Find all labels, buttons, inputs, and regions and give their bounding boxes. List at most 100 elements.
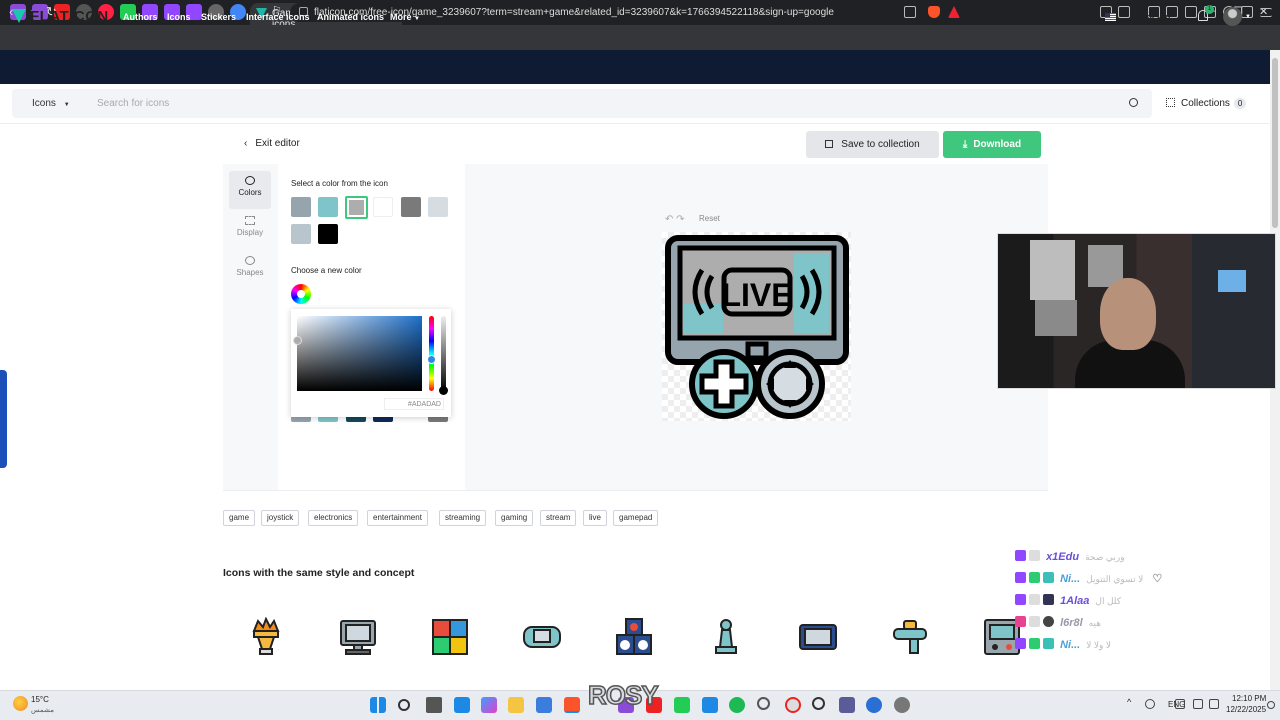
brave-icon[interactable] xyxy=(564,697,580,713)
saturation-value-area[interactable] xyxy=(297,316,422,391)
avatar[interactable] xyxy=(1223,7,1242,26)
tag[interactable]: gamepad xyxy=(613,510,659,526)
app-icon[interactable] xyxy=(812,697,825,710)
arcade-screen-icon[interactable] xyxy=(338,617,378,657)
share-icon[interactable] xyxy=(904,6,916,18)
tag[interactable]: live xyxy=(583,510,608,526)
copilot-icon[interactable] xyxy=(481,697,497,713)
volume-icon[interactable] xyxy=(1209,699,1219,709)
redo-icon[interactable]: ↷ xyxy=(676,214,684,225)
search-icon[interactable] xyxy=(1129,98,1138,107)
undo-icon[interactable]: ↶ xyxy=(665,214,673,225)
color-swatch[interactable] xyxy=(401,197,421,217)
tag[interactable]: gaming xyxy=(495,510,534,526)
tag[interactable]: stream xyxy=(540,510,577,526)
color-swatch[interactable] xyxy=(346,417,366,422)
side-panel-handle[interactable] xyxy=(0,370,7,468)
brave-shield-icon[interactable] xyxy=(928,6,940,18)
account-chevron-icon[interactable]: ▼ xyxy=(1245,14,1251,20)
display-icon[interactable] xyxy=(1175,699,1185,709)
weather-sun-icon[interactable] xyxy=(13,696,28,711)
color-swatch[interactable] xyxy=(428,197,448,217)
spotify-icon[interactable] xyxy=(729,697,745,713)
store-icon[interactable] xyxy=(536,697,552,713)
tag[interactable]: game xyxy=(223,510,256,526)
saturation-knob[interactable] xyxy=(293,336,302,345)
color-swatch[interactable] xyxy=(428,417,448,422)
collection-icon xyxy=(825,140,834,148)
menu-icon[interactable] xyxy=(1260,8,1272,17)
alpha-knob[interactable] xyxy=(439,386,448,395)
tag[interactable]: electronics xyxy=(308,510,359,526)
search-category-select[interactable]: Icons ▼ xyxy=(32,98,70,109)
color-swatch[interactable] xyxy=(318,197,338,217)
us-flag-icon[interactable] xyxy=(1105,13,1116,21)
color-swatch[interactable] xyxy=(291,197,311,217)
color-swatch[interactable] xyxy=(291,224,311,244)
download-button[interactable]: ⤓ Download xyxy=(943,131,1041,158)
file-explorer-icon[interactable] xyxy=(508,697,524,713)
hue-knob[interactable] xyxy=(427,355,436,364)
reader-icon[interactable] xyxy=(1118,6,1130,18)
color-swatch[interactable] xyxy=(291,417,311,422)
tool-colors[interactable]: Colors xyxy=(229,171,271,209)
chevron-up-icon[interactable]: ^ xyxy=(1127,697,1137,707)
tag[interactable]: streaming xyxy=(439,510,487,526)
app-icon[interactable] xyxy=(757,697,770,710)
app-icon[interactable] xyxy=(839,697,855,713)
settings-icon[interactable] xyxy=(894,697,910,713)
color-swatch[interactable] xyxy=(373,197,393,217)
divider xyxy=(223,490,1048,491)
clock-date[interactable]: 12/22/2025 xyxy=(1226,705,1266,714)
search-icon[interactable] xyxy=(398,699,410,711)
nav-more[interactable]: More ▼ xyxy=(390,12,420,22)
widgets-icon[interactable] xyxy=(454,697,470,713)
nav-animated-icons[interactable]: Animated icons xyxy=(317,12,384,22)
color-swatch-selected[interactable] xyxy=(345,196,368,219)
tablet-icon[interactable] xyxy=(798,617,838,657)
flaticon-logo[interactable]: FLATICON xyxy=(12,8,109,25)
nav-interface-icons[interactable]: Interface icons xyxy=(246,12,310,22)
task-view-icon[interactable] xyxy=(426,697,442,713)
windows-start-icon[interactable] xyxy=(370,697,386,713)
alpha-slider[interactable] xyxy=(441,316,446,391)
search-input[interactable] xyxy=(97,93,1117,114)
hue-slider[interactable] xyxy=(429,316,434,391)
nav-icons[interactable]: Icons xyxy=(167,12,191,22)
handheld-console-icon[interactable] xyxy=(522,617,562,657)
color-swatch[interactable] xyxy=(373,417,393,422)
chat-message: 1Alaa كلل ال xyxy=(1015,594,1121,607)
nav-authors[interactable]: Authors xyxy=(123,12,158,22)
scrollbar-thumb[interactable] xyxy=(1272,58,1278,228)
tag[interactable]: joystick xyxy=(261,510,300,526)
app-icon[interactable] xyxy=(866,697,882,713)
tool-display[interactable]: Display xyxy=(229,211,271,249)
sidebar-icon[interactable] xyxy=(1185,6,1197,18)
tool-shapes[interactable]: Shapes xyxy=(229,251,271,289)
network-icon[interactable] xyxy=(1145,699,1155,709)
hex-input[interactable] xyxy=(384,398,444,410)
notification-icon[interactable] xyxy=(1267,701,1275,709)
app-icon[interactable] xyxy=(674,697,690,713)
nav-pricing[interactable]: Pricing xyxy=(1140,12,1171,22)
color-swatch[interactable] xyxy=(318,417,338,422)
color-wheel-icon[interactable] xyxy=(291,284,311,304)
clock-time[interactable]: 12:10 PM xyxy=(1232,694,1266,703)
tag[interactable]: entertainment xyxy=(367,510,428,526)
collections-button[interactable]: Collections 0 xyxy=(1166,98,1247,109)
nav-stickers[interactable]: Stickers xyxy=(201,12,236,22)
app-icon[interactable] xyxy=(785,697,801,713)
water-gun-icon[interactable] xyxy=(890,617,930,657)
collections-count: 0 xyxy=(1233,98,1247,109)
reset-button[interactable]: Reset xyxy=(699,214,720,223)
weather-temp[interactable]: 15°C xyxy=(31,695,49,704)
torch-icon[interactable] xyxy=(246,617,286,657)
exit-editor-button[interactable]: ‹ Exit editor xyxy=(244,138,300,149)
wifi-icon[interactable] xyxy=(1193,699,1203,709)
chess-pawn-icon[interactable] xyxy=(706,617,746,657)
color-swatch[interactable] xyxy=(318,224,338,244)
speaker-icon[interactable] xyxy=(614,617,654,657)
app-icon[interactable] xyxy=(702,697,718,713)
save-to-collection-button[interactable]: Save to collection xyxy=(806,131,939,158)
puzzle-icon[interactable] xyxy=(430,617,470,657)
